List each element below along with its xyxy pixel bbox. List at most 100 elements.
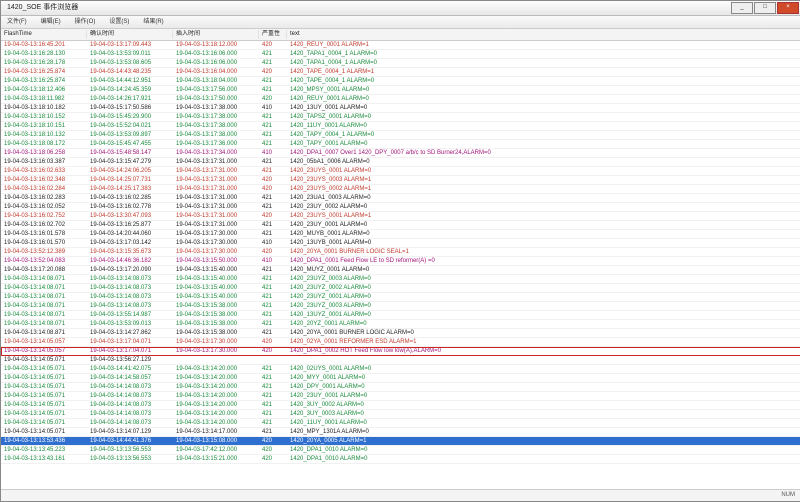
- cell-c1: 19-04-03-13:14:08.073: [87, 275, 173, 283]
- col-text[interactable]: text: [287, 30, 800, 38]
- table-row[interactable]: 19-04-03-13:16:28.13019-04-03-13:53:09.0…: [1, 50, 800, 59]
- table-row[interactable]: 19-04-03-13:14:05.07119-04-03-14:14:08.0…: [1, 392, 800, 401]
- table-row[interactable]: 19-04-03-13:13:53.43619-04-03-14:44:41.3…: [1, 437, 800, 446]
- titlebar[interactable]: 1420_SOE 事件浏览器 _ □ ×: [1, 1, 800, 16]
- cell-c3: 421: [259, 302, 287, 310]
- cell-c1: 19-04-03-15:45:47.455: [87, 140, 173, 148]
- cell-c2: 19-04-03-13:15:08.000: [173, 437, 259, 445]
- cell-c1: 19-04-03-13:16:02.778: [87, 203, 173, 211]
- menu-result[interactable]: 结果(R): [141, 18, 165, 26]
- cell-c1: 19-04-03-14:25:17.383: [87, 185, 173, 193]
- cell-c4: 1420_TAPE_0004_1 ALARM=1: [287, 68, 800, 76]
- cell-c3: 421: [259, 77, 287, 85]
- table-row[interactable]: 19-04-03-13:14:05.07119-04-03-14:41:42.0…: [1, 365, 800, 374]
- minimize-button[interactable]: _: [731, 2, 753, 14]
- table-row[interactable]: 19-04-03-13:17:20.08819-04-03-13:17:20.0…: [1, 266, 800, 275]
- table-row[interactable]: 19-04-03-13:16:02.34819-04-03-14:25:07.7…: [1, 176, 800, 185]
- cell-c3: 421: [259, 230, 287, 238]
- cell-c1: 19-04-03-14:26:17.921: [87, 95, 173, 103]
- menu-edit[interactable]: 编辑(E): [39, 18, 63, 26]
- table-row[interactable]: 19-04-03-13:14:05.07119-04-03-14:14:08.0…: [1, 419, 800, 428]
- cell-c4: 1420_3UY_0003 ALARM=0: [287, 410, 800, 418]
- col-inserttime[interactable]: 插入时间: [173, 30, 259, 38]
- close-button[interactable]: ×: [777, 2, 799, 14]
- table-row[interactable]: 19-04-03-13:18:12.40619-04-03-14:24:45.3…: [1, 86, 800, 95]
- table-row[interactable]: 19-04-03-13:14:05.07119-04-03-14:14:08.0…: [1, 383, 800, 392]
- table-row[interactable]: 19-04-03-13:16:45.20119-04-03-13:17:09.4…: [1, 41, 800, 50]
- table-row[interactable]: 19-04-03-13:14:08.07119-04-03-13:14:08.0…: [1, 293, 800, 302]
- table-row[interactable]: 19-04-03-13:18:06.25819-04-03-15:48:58.1…: [1, 149, 800, 158]
- table-row[interactable]: 19-04-03-13:14:05.07119-04-03-14:14:08.0…: [1, 410, 800, 419]
- table-row[interactable]: 19-04-03-13:14:05.05719-04-03-13:17:04.0…: [1, 347, 800, 356]
- cell-c1: 19-04-03-13:53:08.605: [87, 59, 173, 67]
- table-row[interactable]: 19-04-03-13:13:43.16119-04-03-13:13:56.5…: [1, 455, 800, 464]
- table-row[interactable]: 19-04-03-13:16:03.38719-04-03-13:15:47.2…: [1, 158, 800, 167]
- cell-c4: 1420_REUY_0001 ALARM=1: [287, 41, 800, 49]
- col-flashtime[interactable]: FlashTime: [1, 30, 87, 38]
- table-row[interactable]: 19-04-03-13:18:10.15119-04-03-15:52:04.0…: [1, 122, 800, 131]
- cell-c2: 19-04-03-13:17:31.000: [173, 203, 259, 211]
- cell-c3: 421: [259, 320, 287, 328]
- table-row[interactable]: 19-04-03-13:14:05.05719-04-03-13:17:04.0…: [1, 338, 800, 347]
- event-table-body[interactable]: 19-04-03-13:16:45.20119-04-03-13:17:09.4…: [1, 41, 800, 489]
- cell-c2: 19-04-03-13:15:21.000: [173, 455, 259, 463]
- table-row[interactable]: 19-04-03-13:14:08.07119-04-03-13:14:08.0…: [1, 275, 800, 284]
- table-row[interactable]: 19-04-03-13:16:25.87419-04-03-14:44:12.9…: [1, 77, 800, 86]
- cell-c2: 19-04-03-13:16:04.000: [173, 68, 259, 76]
- table-row[interactable]: 19-04-03-13:16:02.75219-04-03-13:30:47.0…: [1, 212, 800, 221]
- cell-c0: 19-04-03-13:18:10.182: [1, 104, 87, 112]
- table-row[interactable]: 19-04-03-13:52:04.08319-04-03-14:46:36.1…: [1, 257, 800, 266]
- cell-c4: 1420_05bA1_0006 ALARM=0: [287, 158, 800, 166]
- table-row[interactable]: 19-04-03-13:18:10.15219-04-03-15:45:29.9…: [1, 113, 800, 122]
- cell-c3: 420: [259, 212, 287, 220]
- table-row[interactable]: 19-04-03-13:16:02.28319-04-03-13:16:02.2…: [1, 194, 800, 203]
- cell-c1: 19-04-03-14:43:48.235: [87, 68, 173, 76]
- cell-c1: 19-04-03-13:56:27.129: [87, 356, 173, 364]
- cell-c4: 1420_MYY_0001 ALARM=0: [287, 374, 800, 382]
- table-row[interactable]: 19-04-03-13:14:05.07119-04-03-14:14:58.0…: [1, 374, 800, 383]
- cell-c4: 1420_23UYS_0001 ALARM=1: [287, 212, 800, 220]
- cell-c2: 19-04-03-13:17:31.000: [173, 185, 259, 193]
- menu-file[interactable]: 文件(F): [5, 18, 29, 26]
- cell-c1: 19-04-03-14:14:08.073: [87, 401, 173, 409]
- table-row[interactable]: 19-04-03-13:14:08.07119-04-03-13:14:08.0…: [1, 284, 800, 293]
- cell-c1: 19-04-03-14:24:45.359: [87, 86, 173, 94]
- table-row[interactable]: 19-04-03-13:18:11.98219-04-03-14:26:17.9…: [1, 95, 800, 104]
- table-row[interactable]: 19-04-03-13:14:08.07119-04-03-13:14:08.0…: [1, 302, 800, 311]
- table-row[interactable]: 19-04-03-13:16:02.28419-04-03-14:25:17.3…: [1, 185, 800, 194]
- cell-c1: 19-04-03-14:46:36.182: [87, 257, 173, 265]
- table-row[interactable]: 19-04-03-13:18:10.18219-04-03-15:17:50.5…: [1, 104, 800, 113]
- maximize-button[interactable]: □: [754, 2, 776, 14]
- table-row[interactable]: 19-04-03-13:18:08.17219-04-03-15:45:47.4…: [1, 140, 800, 149]
- table-row[interactable]: 19-04-03-13:14:08.87119-04-03-13:14:27.8…: [1, 329, 800, 338]
- table-row[interactable]: 19-04-03-13:16:25.87419-04-03-14:43:48.2…: [1, 68, 800, 77]
- cell-c3: 421: [259, 140, 287, 148]
- cell-c1: 19-04-03-13:13:56.553: [87, 446, 173, 454]
- menu-settings[interactable]: 设置(S): [107, 18, 131, 26]
- table-row[interactable]: 19-04-03-13:16:28.17819-04-03-13:53:08.6…: [1, 59, 800, 68]
- table-row[interactable]: 19-04-03-13:14:05.07119-04-03-14:14:08.0…: [1, 401, 800, 410]
- cell-c2: 19-04-03-13:17:31.000: [173, 194, 259, 202]
- cell-c0: 19-04-03-13:14:08.071: [1, 302, 87, 310]
- table-row[interactable]: 19-04-03-13:16:01.57819-04-03-14:20:44.0…: [1, 230, 800, 239]
- table-row[interactable]: 19-04-03-13:13:45.22319-04-03-13:13:56.5…: [1, 446, 800, 455]
- table-row[interactable]: 19-04-03-13:16:02.63319-04-03-14:24:06.2…: [1, 167, 800, 176]
- table-row[interactable]: 19-04-03-13:18:10.13219-04-03-13:53:09.8…: [1, 131, 800, 140]
- cell-c3: 421: [259, 293, 287, 301]
- menu-action[interactable]: 操作(O): [73, 18, 98, 26]
- cell-c4: 1420_23UYZ_0002 ALARM=0: [287, 284, 800, 292]
- table-row[interactable]: 19-04-03-13:16:02.05219-04-03-13:16:02.7…: [1, 203, 800, 212]
- cell-c3: 421: [259, 284, 287, 292]
- col-acktime[interactable]: 确认时间: [87, 30, 173, 38]
- table-row[interactable]: 19-04-03-13:14:05.07119-04-03-13:14:07.1…: [1, 428, 800, 437]
- table-row[interactable]: 19-04-03-13:16:01.57019-04-03-13:17:03.1…: [1, 239, 800, 248]
- table-row[interactable]: 19-04-03-13:52:12.38919-04-03-13:15:35.6…: [1, 248, 800, 257]
- cell-c2: 19-04-03-13:17:31.000: [173, 176, 259, 184]
- col-severity[interactable]: 严重性: [259, 30, 287, 38]
- table-row[interactable]: 19-04-03-13:16:02.70219-04-03-13:16:25.8…: [1, 221, 800, 230]
- cell-c0: 19-04-03-13:14:05.071: [1, 383, 87, 391]
- table-row[interactable]: 19-04-03-13:14:08.07119-04-03-13:53:09.0…: [1, 320, 800, 329]
- table-row[interactable]: 19-04-03-13:14:08.07119-04-03-13:55:14.9…: [1, 311, 800, 320]
- window-title: 1420_SOE 事件浏览器: [3, 3, 731, 13]
- table-row[interactable]: 19-04-03-13:14:05.07119-04-03-13:56:27.1…: [1, 356, 800, 365]
